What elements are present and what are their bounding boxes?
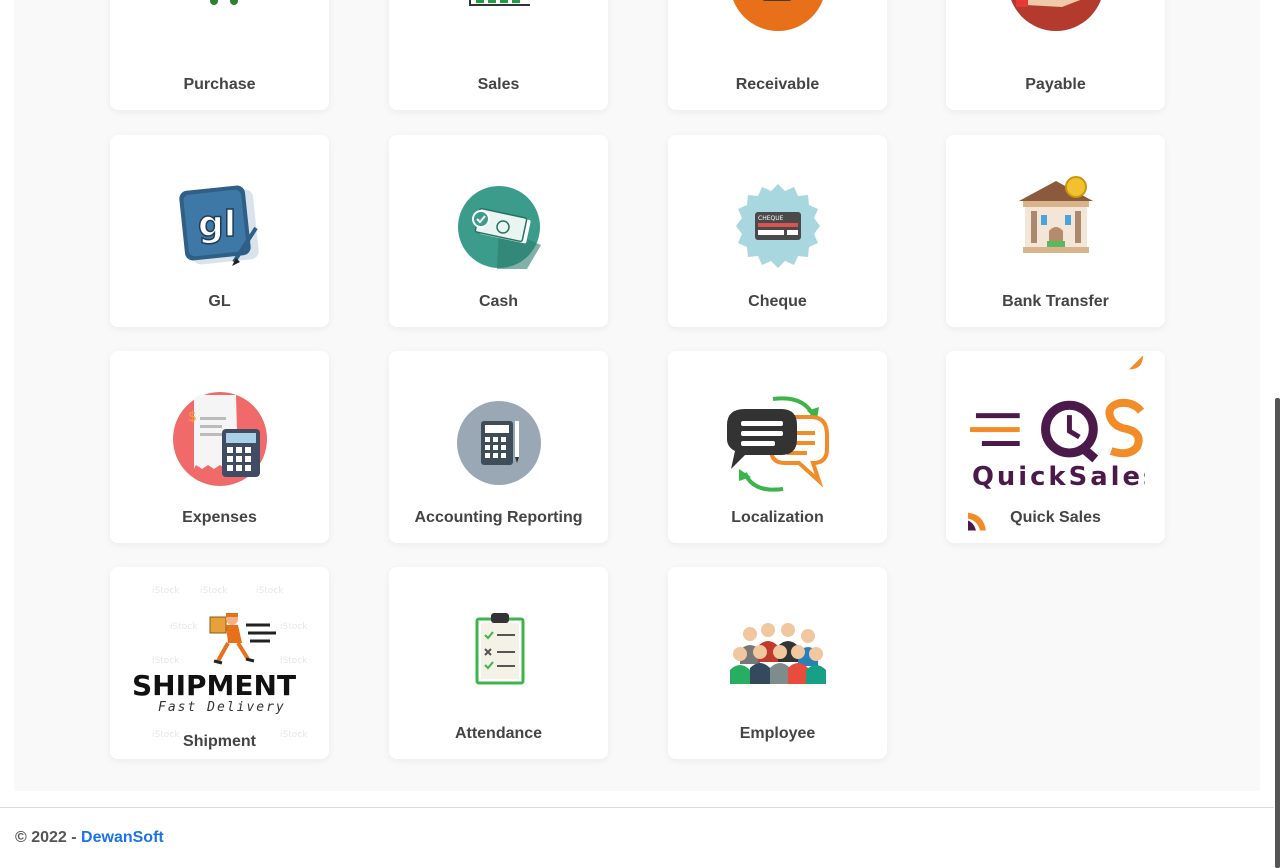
receipt-calculator-icon: $ — [110, 391, 329, 487]
svg-text:iStock: iStock — [170, 622, 198, 632]
module-label: Payable — [1025, 76, 1086, 93]
quicksales-logo-icon: QuickSales — [966, 355, 1145, 535]
cheque-logo-text: CHEQUE — [758, 215, 784, 222]
hand-money-icon — [946, 0, 1165, 48]
clipboard-checklist-icon — [389, 611, 608, 687]
module-label: Cash — [478, 293, 519, 310]
module-label: GL — [208, 293, 231, 310]
svg-text:iStock: iStock — [152, 656, 180, 666]
module-tile-cheque[interactable]: CHEQUE Cheque — [668, 135, 887, 327]
module-tile-attendance[interactable]: Attendance — [389, 567, 608, 759]
module-label: Shipment — [183, 733, 256, 750]
module-tile-accounting-reporting[interactable]: Accounting Reporting — [389, 351, 608, 543]
scrollbar-thumb[interactable] — [1275, 398, 1280, 868]
calculator-icon — [389, 401, 608, 485]
shipment-tagline-text: Fast Delivery — [158, 700, 286, 715]
bank-building-icon — [946, 175, 1165, 259]
quicksales-logo-text: QuickSales — [972, 462, 1145, 492]
module-label: Accounting Reporting — [414, 509, 583, 526]
gl-logo-text: gl — [198, 204, 236, 245]
module-tile-gl[interactable]: gl GL — [110, 135, 329, 327]
module-label: Localization — [731, 509, 824, 526]
cheque-badge-icon: CHEQUE — [668, 183, 887, 269]
module-label: Employee — [739, 725, 816, 742]
module-label: Purchase — [183, 76, 256, 93]
module-label: Bank Transfer — [1002, 293, 1109, 310]
module-label: Quick Sales — [1010, 509, 1101, 526]
cash-banknote-icon — [389, 185, 608, 269]
svg-text:iStock: iStock — [256, 586, 284, 596]
module-tile-purchase[interactable]: Purchase — [110, 0, 329, 110]
copyright-text: © 2022 - DewanSoft — [15, 829, 164, 847]
svg-text:iStock: iStock — [200, 586, 228, 596]
copyright-label: © 2022 - — [15, 829, 82, 846]
module-tile-expenses[interactable]: $ Expenses — [110, 351, 329, 543]
module-tile-localization[interactable]: Localization — [668, 351, 887, 543]
module-tile-cash[interactable]: Cash — [389, 135, 608, 327]
module-tile-quick-sales[interactable]: QuickSales Quick Sales — [946, 351, 1165, 543]
svg-text:iStock: iStock — [280, 622, 308, 632]
sales-chart-icon — [389, 0, 608, 48]
wallet-receivable-icon — [668, 0, 887, 48]
shopping-cart-icon — [110, 0, 329, 48]
people-group-icon — [668, 617, 887, 693]
brand-link[interactable]: DewanSoft — [81, 829, 164, 846]
module-tile-bank-transfer[interactable]: Bank Transfer — [946, 135, 1165, 327]
module-label: Attendance — [454, 725, 543, 742]
module-label: Expenses — [182, 509, 257, 526]
shipment-logo-text: SHIPMENT — [132, 669, 296, 702]
module-tile-payable[interactable]: Payable — [946, 0, 1165, 110]
translation-chat-icon — [668, 389, 887, 499]
module-label: Sales — [477, 76, 520, 93]
gl-ledger-icon: gl — [110, 179, 329, 275]
scrollbar-track[interactable] — [1274, 0, 1280, 868]
module-tile-shipment[interactable]: iStock iStock iStock iStock iStock iStock iS… — [110, 567, 329, 759]
module-label: Receivable — [735, 76, 820, 93]
dollar-sign-icon: $ — [188, 409, 197, 425]
shipment-courier-icon: iStock iStock iStock iStock iStock iStock iS… — [110, 577, 329, 747]
module-grid-area: Purchase Sales Receivable Payable gl GL … — [14, 0, 1260, 791]
module-tile-receivable[interactable]: Receivable — [668, 0, 887, 110]
svg-text:iStock: iStock — [280, 656, 308, 666]
module-tile-sales[interactable]: Sales — [389, 0, 608, 110]
module-label: Cheque — [748, 293, 807, 310]
module-tile-employee[interactable]: Employee — [668, 567, 887, 759]
page-footer: © 2022 - DewanSoft — [0, 807, 1274, 868]
svg-text:iStock: iStock — [152, 586, 180, 596]
